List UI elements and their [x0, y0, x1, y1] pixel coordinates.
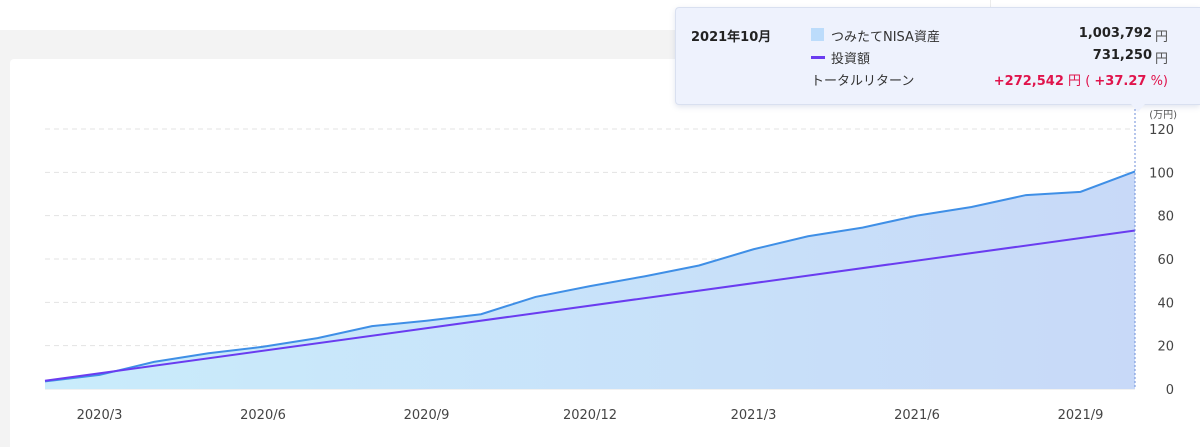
asset-chart[interactable]: 0 20 40 60 80 100 120 2020/3 2020/6 2020/9 2020/1…: [10, 59, 1200, 447]
tooltip: 2021年10月 つみたてNISA資産 1,003,792 円 投資額 731,…: [675, 7, 1200, 112]
tooltip-return-pct: +37.27: [1094, 74, 1147, 89]
tooltip-row-invest: 投資額 731,250 円: [811, 46, 1168, 67]
tooltip-row-return: トータルリターン +272,542 円 ( +37.27 %): [811, 68, 1168, 89]
tooltip-return: +272,542 円 ( +37.27 %): [994, 70, 1168, 89]
x-axis: 2020/3 2020/6 2020/9 2020/12 2021/3 2021/6 202…: [77, 408, 1104, 423]
tooltip-return-label: トータルリターン: [811, 74, 915, 89]
y-axis: 0 20 40 60 80 100 120: [1149, 123, 1174, 398]
x-tick-label: 2020/3: [77, 408, 123, 423]
tooltip-unit: 円: [1154, 30, 1168, 45]
y-tick-label: 20: [1157, 340, 1174, 355]
y-tick-label: 40: [1157, 296, 1174, 311]
tooltip-unit: 円: [1154, 52, 1168, 67]
y-tick-label: 60: [1157, 253, 1174, 268]
x-tick-label: 2021/3: [731, 408, 777, 423]
y-tick-label: 100: [1149, 166, 1174, 181]
legend-swatch-invest: [811, 56, 825, 59]
tooltip-pointer: [1131, 104, 1145, 112]
tooltip-month: 2021年10月: [691, 30, 772, 45]
y-tick-label: 0: [1166, 383, 1174, 398]
x-tick-label: 2021/6: [894, 408, 940, 423]
tooltip-asset-label: つみたてNISA資産: [831, 30, 940, 45]
legend-swatch-asset: [811, 28, 824, 41]
tooltip-asset-value: 1,003,792: [1078, 26, 1152, 41]
tooltip-return-value: +272,542: [993, 74, 1064, 89]
tooltip-invest-label: 投資額: [831, 52, 871, 67]
x-tick-label: 2020/12: [563, 408, 617, 423]
tooltip-return-pct-unit: %): [1150, 74, 1168, 89]
tooltip-invest-value: 731,250: [1092, 48, 1152, 63]
x-tick-label: 2021/9: [1058, 408, 1104, 423]
series-area-layer: [45, 171, 1135, 389]
y-tick-label: 120: [1149, 123, 1174, 138]
x-tick-label: 2020/6: [240, 408, 286, 423]
x-tick-label: 2020/9: [404, 408, 450, 423]
chart-card: 0 20 40 60 80 100 120 2020/3 2020/6 2020/9 2020/1…: [10, 59, 1200, 447]
series-area-asset: [45, 171, 1135, 389]
y-axis-unit-label: (万円): [1149, 110, 1177, 121]
y-tick-label: 80: [1157, 210, 1174, 225]
tooltip-row-asset: つみたてNISA資産 1,003,792 円: [811, 24, 1168, 45]
tooltip-return-unit: 円: [1068, 74, 1082, 89]
